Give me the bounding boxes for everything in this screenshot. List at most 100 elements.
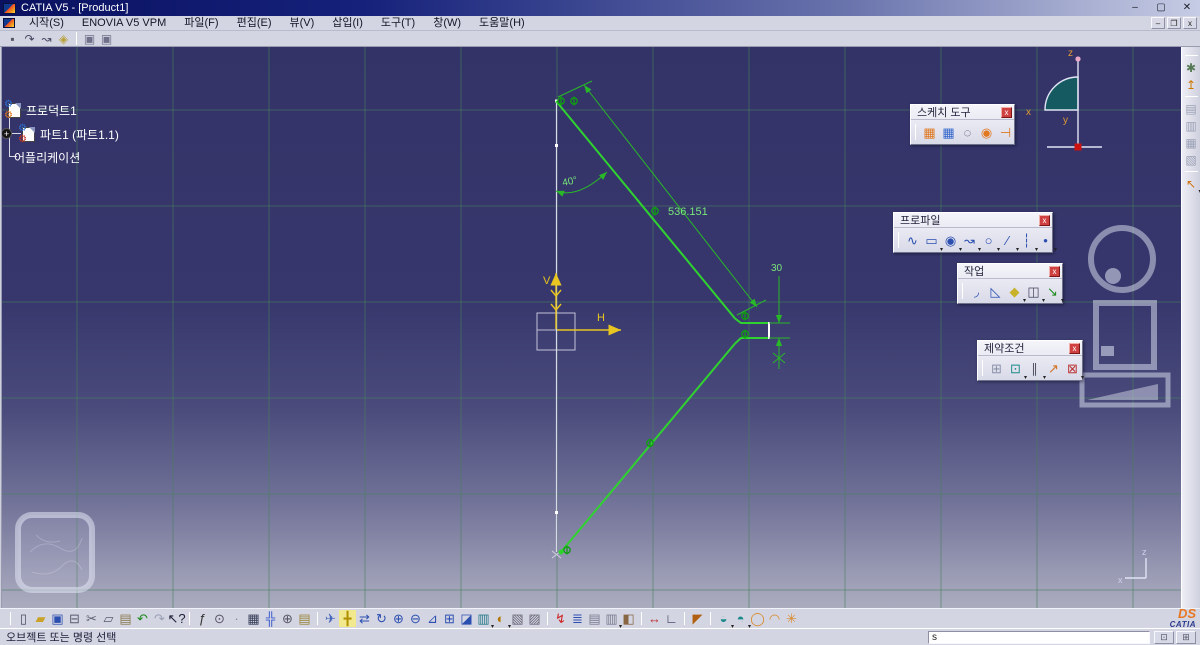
profile-titlebar[interactable]: 프로파일 x — [894, 213, 1052, 228]
sketch-origin[interactable]: H V — [537, 273, 621, 350]
angle-dimension-value[interactable]: 40° — [561, 175, 578, 189]
save-icon[interactable]: ▣ — [49, 610, 66, 627]
relations-icon[interactable]: ╬ — [262, 610, 279, 627]
new-document-icon[interactable]: ▯ — [15, 610, 32, 627]
zoom-in-icon[interactable]: ⊕ — [390, 610, 407, 627]
view-manipulation-widgets[interactable] — [1082, 228, 1168, 405]
copy-icon[interactable]: ▱ — [100, 610, 117, 627]
apply-material-icon[interactable]: ◤ — [689, 610, 706, 627]
conic-icon[interactable]: ○ — [979, 231, 998, 250]
view-cube-1-icon[interactable]: ▤ — [1183, 100, 1200, 117]
lock-icon[interactable]: ⊕ — [279, 610, 296, 627]
profile-notch-bottom[interactable] — [735, 338, 769, 344]
status-panel-1-icon[interactable]: ⊡ — [1154, 631, 1174, 644]
close-icon[interactable]: x — [1001, 107, 1012, 118]
status-panel-2-icon[interactable]: ⊞ — [1176, 631, 1196, 644]
paste-icon[interactable]: ▤ — [117, 610, 134, 627]
hide-show-icon[interactable]: ◐ — [492, 610, 509, 627]
view-cube-4-icon[interactable]: ▧ — [1183, 151, 1200, 168]
length-dimension-value[interactable]: 536.151 — [668, 206, 708, 218]
line-icon[interactable]: ∕ — [998, 231, 1017, 250]
tree-item-applications[interactable]: 어플리케이션 — [14, 149, 80, 166]
mirror-icon[interactable]: ◫ — [1024, 282, 1043, 301]
constraints-dialog-icon[interactable]: ⊞ — [987, 359, 1006, 378]
menu-item-6[interactable]: 도구(T) — [372, 16, 424, 31]
snap-to-point-icon[interactable]: ▦ — [939, 123, 958, 142]
chamfer-icon[interactable]: ◺ — [986, 282, 1005, 301]
select-arrow-icon[interactable]: ↖ — [1183, 175, 1200, 192]
maximize-icon[interactable]: ▢ — [1148, 0, 1174, 16]
render-tool-1-icon[interactable]: ▣ — [81, 31, 98, 46]
menu-item-4[interactable]: 뷰(V) — [280, 16, 323, 31]
design-table-icon[interactable]: ▦ — [245, 610, 262, 627]
whats-this-icon[interactable]: ↖? — [168, 610, 185, 627]
dimensional-constraints-icon[interactable]: ⊣ — [996, 123, 1015, 142]
close-icon[interactable]: ✕ — [1174, 0, 1200, 16]
tool-dot-icon[interactable]: ▪ — [4, 31, 21, 46]
iso-view-icon[interactable]: ◪ — [458, 610, 475, 627]
knowledge-icon[interactable]: · — [228, 610, 245, 627]
tree-item-label[interactable]: 어플리케이션 — [14, 149, 80, 166]
menu-item-2[interactable]: 파일(F) — [175, 16, 227, 31]
curve-tool-1-icon[interactable]: ↷ — [21, 31, 38, 46]
fit-all-in-icon[interactable]: ╋ — [339, 610, 356, 627]
tree-item-part[interactable]: ⚙ ⚙ 파트1 (파트1.1) — [22, 126, 119, 143]
minimized-preview-widget[interactable] — [18, 515, 92, 590]
compass-handle[interactable] — [1075, 56, 1080, 61]
curve-tool-2-icon[interactable]: ↝ — [38, 31, 55, 46]
minimize-icon[interactable]: – — [1122, 0, 1148, 16]
rectangle-icon[interactable]: ▭ — [922, 231, 941, 250]
undo-icon[interactable]: ↶ — [134, 610, 151, 627]
multi-view-icon[interactable]: ⊞ — [441, 610, 458, 627]
comment-icon[interactable]: ⊙ — [211, 610, 228, 627]
axis-list-icon[interactable]: ≣ — [569, 610, 586, 627]
corner-icon[interactable]: ◞ — [967, 282, 986, 301]
menu-item-7[interactable]: 창(W) — [424, 16, 470, 31]
tree-item-product[interactable]: ⚙ ⚙ 프로덕트1 — [8, 102, 77, 119]
trim-icon[interactable]: ◆ — [1005, 282, 1024, 301]
pan-icon[interactable]: ⇄ — [356, 610, 373, 627]
sketch-tools-titlebar[interactable]: 스케치 도구 x — [911, 105, 1014, 120]
render-tool-2-icon[interactable]: ▣ — [98, 31, 115, 46]
zoom-widget[interactable] — [1096, 303, 1154, 367]
view-mode-1-icon[interactable]: ▧ — [509, 610, 526, 627]
circle-icon[interactable]: ◉ — [941, 231, 960, 250]
view-mode-2-icon[interactable]: ▨ — [526, 610, 543, 627]
measure-between-icon[interactable]: ↔ — [646, 610, 663, 627]
close-icon[interactable]: x — [1069, 343, 1080, 354]
height-dimension-value[interactable]: 30 — [771, 263, 783, 274]
tree-item-label[interactable]: 파트1 (파트1.1) — [40, 126, 119, 143]
menu-item-5[interactable]: 삽입(I) — [323, 16, 372, 31]
grid-icon[interactable]: ▦ — [920, 123, 939, 142]
update-icon[interactable]: ↯ — [552, 610, 569, 627]
geometrical-constraints-icon[interactable]: ◉ — [977, 123, 996, 142]
contact-constraint-icon[interactable]: ∥ — [1025, 359, 1044, 378]
print-icon[interactable]: ⊟ — [66, 610, 83, 627]
exit-workbench-icon[interactable]: ↥ — [1183, 76, 1200, 93]
menu-item-1[interactable]: ENOVIA V5 VPM — [73, 16, 175, 31]
construction-element-icon[interactable]: ◌ — [958, 123, 977, 142]
shading-icon[interactable]: ◒ — [715, 610, 732, 627]
circle-pattern-icon[interactable]: ◯ — [749, 610, 766, 627]
title-bar[interactable]: CATIA V5 - [Product1] – ▢ ✕ — [0, 0, 1200, 16]
profile-line-lower[interactable] — [561, 344, 735, 553]
measure-item-icon[interactable]: ∟ — [663, 610, 680, 627]
menu-item-3[interactable]: 편집(E) — [228, 16, 281, 31]
traffic-light-icon[interactable]: ◧ — [620, 610, 637, 627]
profile-line-upper[interactable] — [556, 101, 735, 319]
fly-mode-icon[interactable]: ✈ — [322, 610, 339, 627]
point-icon[interactable]: • — [1036, 231, 1055, 250]
zoom-out-icon[interactable]: ⊖ — [407, 610, 424, 627]
mdi-restore-icon[interactable]: ❐ — [1167, 17, 1181, 29]
view-cube-3-icon[interactable]: ▦ — [1183, 134, 1200, 151]
panel-list-2-icon[interactable]: ▥ — [603, 610, 620, 627]
view-cube-2-icon[interactable]: ▥ — [1183, 117, 1200, 134]
redo-icon[interactable]: ↷ — [151, 610, 168, 627]
close-icon[interactable]: x — [1039, 215, 1050, 226]
axis-icon[interactable]: ┆ — [1017, 231, 1036, 250]
command-input[interactable]: s — [928, 631, 1150, 644]
close-icon[interactable]: x — [1049, 266, 1060, 277]
spline-icon[interactable]: ↝ — [960, 231, 979, 250]
profile-icon[interactable]: ∿ — [903, 231, 922, 250]
sketch-analysis-icon[interactable]: ✳ — [783, 610, 800, 627]
